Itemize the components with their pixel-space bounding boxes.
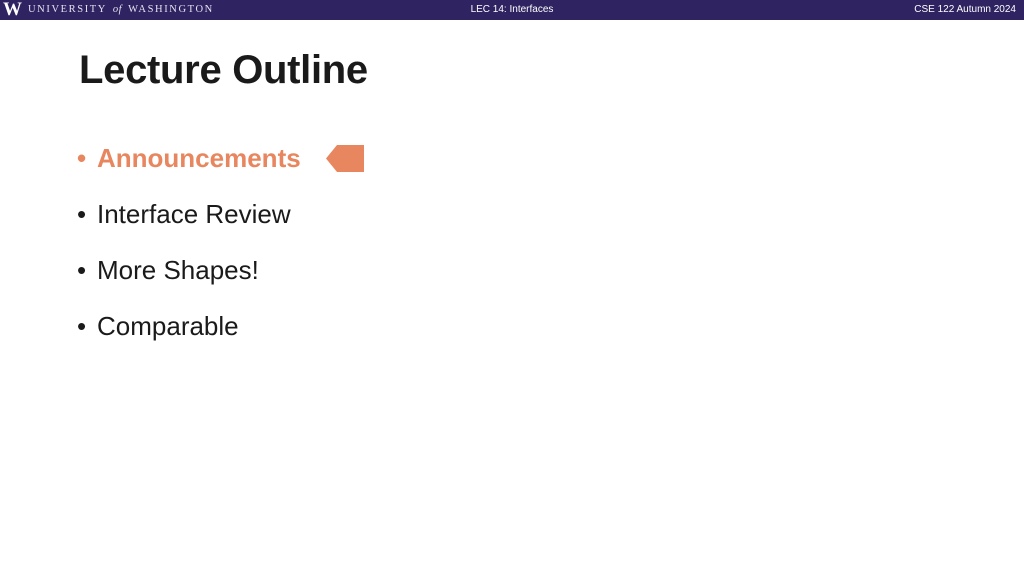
outline-item-comparable: • Comparable [77,306,301,362]
outline-item-announcements: • Announcements [77,138,301,194]
bullet-icon: • [77,199,87,229]
outline-item-label: Announcements [97,143,301,173]
university-name-of: of [112,4,123,15]
outline-item-label: Interface Review [97,199,291,229]
bullet-icon: • [77,255,87,285]
university-name-part2: WASHINGTON [128,4,214,15]
bullet-icon: • [77,143,87,173]
outline-item-label: Comparable [97,311,239,341]
header-bar: W UNIVERSITY of WASHINGTON LEC 14: Inter… [0,0,1024,20]
university-name-part1: UNIVERSITY [28,4,107,15]
course-title: CSE 122 Autumn 2024 [914,4,1016,15]
university-name: UNIVERSITY of WASHINGTON [28,0,214,20]
outline-item-label: More Shapes! [97,255,259,285]
uw-logo: W UNIVERSITY of WASHINGTON [3,0,214,20]
page-title: Lecture Outline [79,48,368,92]
outline-list: • Announcements • Interface Review • More S… [77,138,301,362]
outline-item-more-shapes: • More Shapes! [77,250,301,306]
bullet-icon: • [77,311,87,341]
slide: W UNIVERSITY of WASHINGTON LEC 14: Inter… [0,0,1024,576]
outline-item-interface-review: • Interface Review [77,194,301,250]
uw-w-logo-icon: W [3,0,22,20]
left-pointing-arrow-icon [326,145,364,172]
